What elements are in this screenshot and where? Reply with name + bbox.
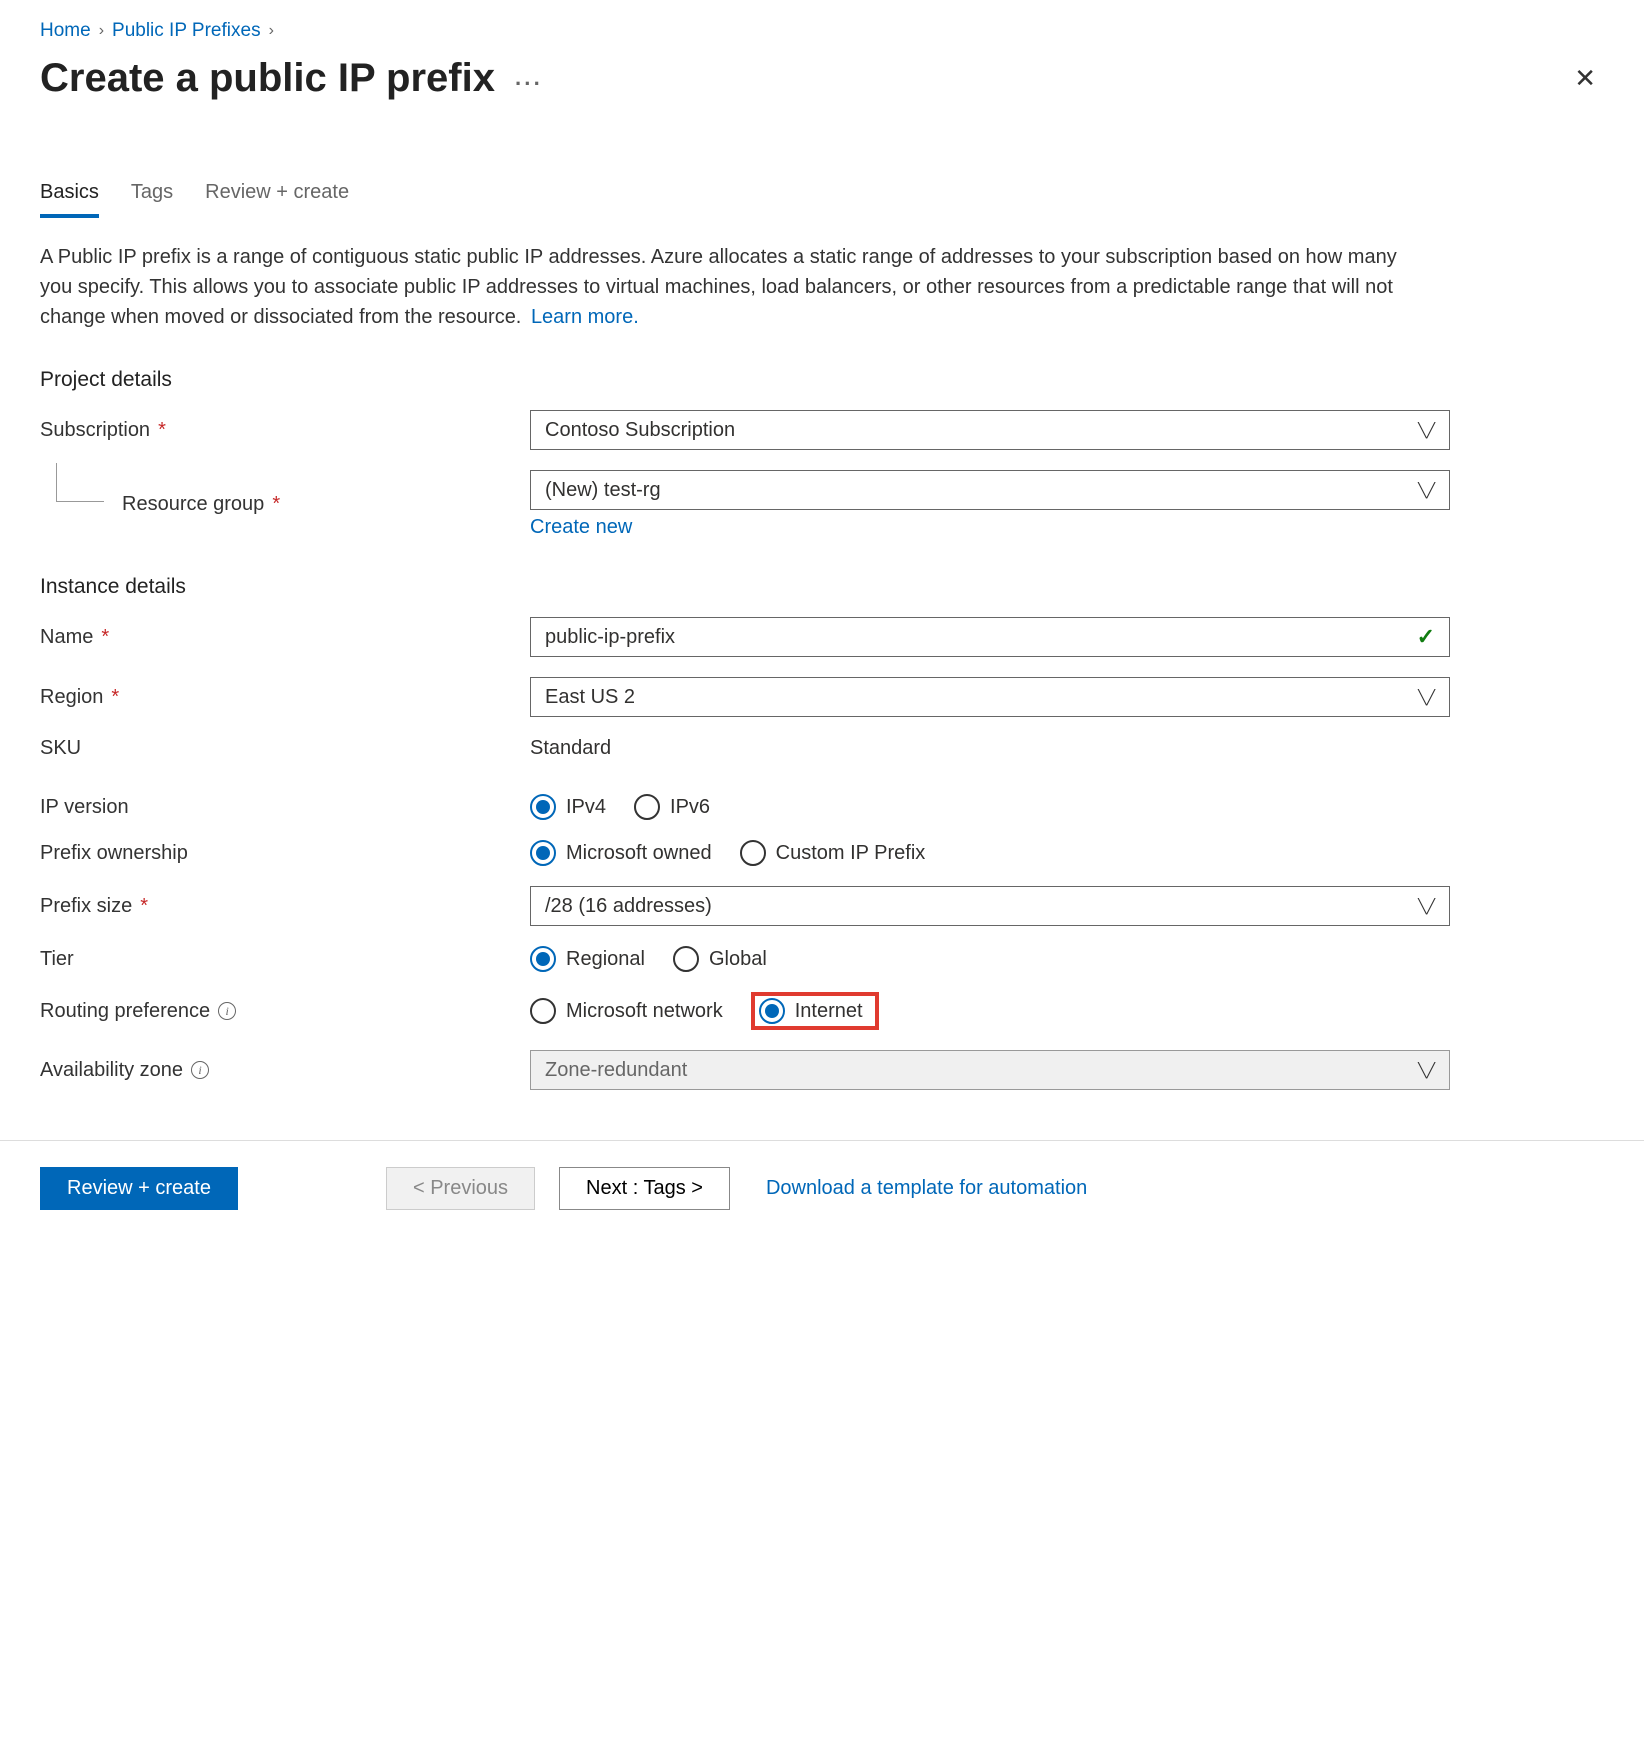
chevron-right-icon: › bbox=[269, 22, 274, 40]
radio-global[interactable]: Global bbox=[673, 946, 767, 972]
prefix-size-select[interactable]: /28 (16 addresses) ╲╱ bbox=[530, 886, 1450, 926]
radio-ipv6-label: IPv6 bbox=[670, 796, 710, 819]
radio-regional[interactable]: Regional bbox=[530, 946, 645, 972]
prefix-size-value: /28 (16 addresses) bbox=[545, 895, 712, 918]
radio-microsoft-network-label: Microsoft network bbox=[566, 1000, 723, 1023]
subscription-value: Contoso Subscription bbox=[545, 419, 735, 442]
name-input[interactable]: public-ip-prefix ✓ bbox=[530, 617, 1450, 657]
breadcrumb: Home › Public IP Prefixes › bbox=[40, 20, 1604, 42]
resource-group-value: (New) test-rg bbox=[545, 479, 661, 502]
radio-ipv6[interactable]: IPv6 bbox=[634, 794, 710, 820]
radio-microsoft-owned[interactable]: Microsoft owned bbox=[530, 840, 712, 866]
radio-custom-ip-prefix[interactable]: Custom IP Prefix bbox=[740, 840, 926, 866]
availability-zone-value: Zone-redundant bbox=[545, 1059, 687, 1082]
checkmark-icon: ✓ bbox=[1417, 624, 1435, 650]
chevron-down-icon: ╲╱ bbox=[1418, 482, 1435, 499]
breadcrumb-home[interactable]: Home bbox=[40, 20, 91, 42]
info-icon[interactable]: i bbox=[191, 1061, 209, 1079]
name-value: public-ip-prefix bbox=[545, 626, 675, 649]
radio-internet[interactable]: Internet bbox=[759, 998, 863, 1024]
radio-microsoft-network[interactable]: Microsoft network bbox=[530, 998, 723, 1024]
close-icon[interactable]: ✕ bbox=[1566, 59, 1604, 98]
review-create-button[interactable]: Review + create bbox=[40, 1167, 238, 1210]
label-resource-group: Resource group* bbox=[40, 493, 530, 516]
create-new-link[interactable]: Create new bbox=[530, 516, 632, 538]
description-body: A Public IP prefix is a range of contigu… bbox=[40, 246, 1397, 328]
chevron-down-icon: ╲╱ bbox=[1418, 422, 1435, 439]
label-availability-zone: Availability zone i bbox=[40, 1059, 530, 1082]
subscription-select[interactable]: Contoso Subscription ╲╱ bbox=[530, 410, 1450, 450]
page-title: Create a public IP prefix bbox=[40, 56, 495, 101]
tab-tags[interactable]: Tags bbox=[131, 181, 173, 218]
radio-ipv4[interactable]: IPv4 bbox=[530, 794, 606, 820]
radio-microsoft-owned-label: Microsoft owned bbox=[566, 842, 712, 865]
chevron-down-icon: ╲╱ bbox=[1418, 689, 1435, 706]
label-routing-preference: Routing preference i bbox=[40, 1000, 530, 1023]
chevron-down-icon: ╲╱ bbox=[1418, 898, 1435, 915]
radio-global-label: Global bbox=[709, 948, 767, 971]
region-value: East US 2 bbox=[545, 686, 635, 709]
chevron-down-icon: ╲╱ bbox=[1418, 1062, 1435, 1079]
tab-review-create[interactable]: Review + create bbox=[205, 181, 349, 218]
highlight-internet-option: Internet bbox=[751, 992, 879, 1030]
label-prefix-ownership: Prefix ownership bbox=[40, 842, 530, 865]
label-region: Region* bbox=[40, 686, 530, 709]
resource-group-select[interactable]: (New) test-rg ╲╱ bbox=[530, 470, 1450, 510]
info-icon[interactable]: i bbox=[218, 1002, 236, 1020]
more-actions-icon[interactable]: ··· bbox=[515, 71, 543, 97]
tabs: Basics Tags Review + create bbox=[40, 181, 1604, 218]
tab-basics[interactable]: Basics bbox=[40, 181, 99, 218]
section-project-details: Project details bbox=[40, 368, 1604, 392]
chevron-right-icon: › bbox=[99, 22, 104, 40]
learn-more-link[interactable]: Learn more. bbox=[531, 306, 639, 328]
label-name: Name* bbox=[40, 626, 530, 649]
sku-value: Standard bbox=[530, 737, 611, 759]
next-button[interactable]: Next : Tags > bbox=[559, 1167, 730, 1210]
breadcrumb-public-ip-prefixes[interactable]: Public IP Prefixes bbox=[112, 20, 261, 42]
availability-zone-select[interactable]: Zone-redundant ╲╱ bbox=[530, 1050, 1450, 1090]
description-text: A Public IP prefix is a range of contigu… bbox=[40, 242, 1420, 332]
download-template-link[interactable]: Download a template for automation bbox=[766, 1177, 1087, 1200]
radio-regional-label: Regional bbox=[566, 948, 645, 971]
footer: Review + create < Previous Next : Tags >… bbox=[0, 1140, 1644, 1236]
radio-internet-label: Internet bbox=[795, 1000, 863, 1023]
region-select[interactable]: East US 2 ╲╱ bbox=[530, 677, 1450, 717]
label-tier: Tier bbox=[40, 948, 530, 971]
label-ip-version: IP version bbox=[40, 796, 530, 819]
label-prefix-size: Prefix size* bbox=[40, 895, 530, 918]
label-subscription: Subscription* bbox=[40, 419, 530, 442]
section-instance-details: Instance details bbox=[40, 575, 1604, 599]
radio-custom-ip-prefix-label: Custom IP Prefix bbox=[776, 842, 926, 865]
radio-ipv4-label: IPv4 bbox=[566, 796, 606, 819]
label-sku: SKU bbox=[40, 737, 530, 760]
previous-button[interactable]: < Previous bbox=[386, 1167, 535, 1210]
